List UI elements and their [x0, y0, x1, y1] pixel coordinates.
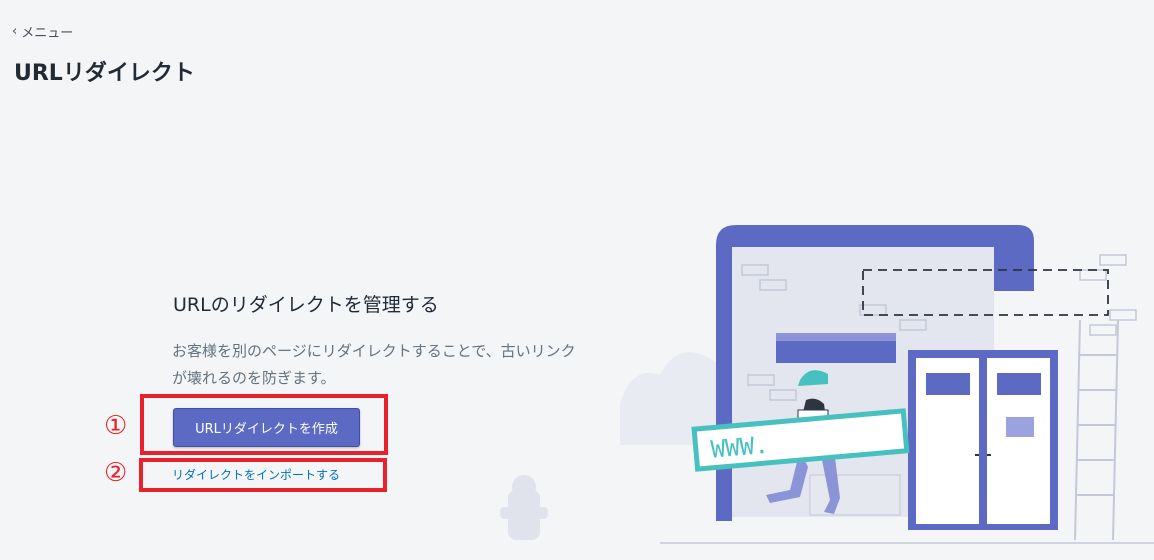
bench — [809, 474, 901, 516]
empty-state-heading: URLのリダイレクトを管理する — [173, 294, 439, 316]
annotation-marker-2: ② — [104, 458, 128, 488]
fire-hydrant — [500, 475, 548, 540]
back-to-menu-link[interactable]: ‹ メニュー — [12, 22, 73, 41]
annotation-box-2 — [139, 458, 387, 492]
annotation-marker-1: ① — [104, 411, 128, 441]
annotation-box-1 — [140, 394, 388, 455]
www-sign-text: WWW. — [710, 431, 770, 464]
back-link-label: メニュー — [21, 26, 74, 41]
page-title: URLリダイレクト — [14, 61, 195, 86]
ladder — [1074, 319, 1119, 541]
awning — [776, 333, 896, 363]
double-door — [908, 350, 1058, 530]
chevron-left-icon: ‹ — [12, 24, 18, 39]
redirect-illustration: WWW. — [500, 225, 1154, 544]
